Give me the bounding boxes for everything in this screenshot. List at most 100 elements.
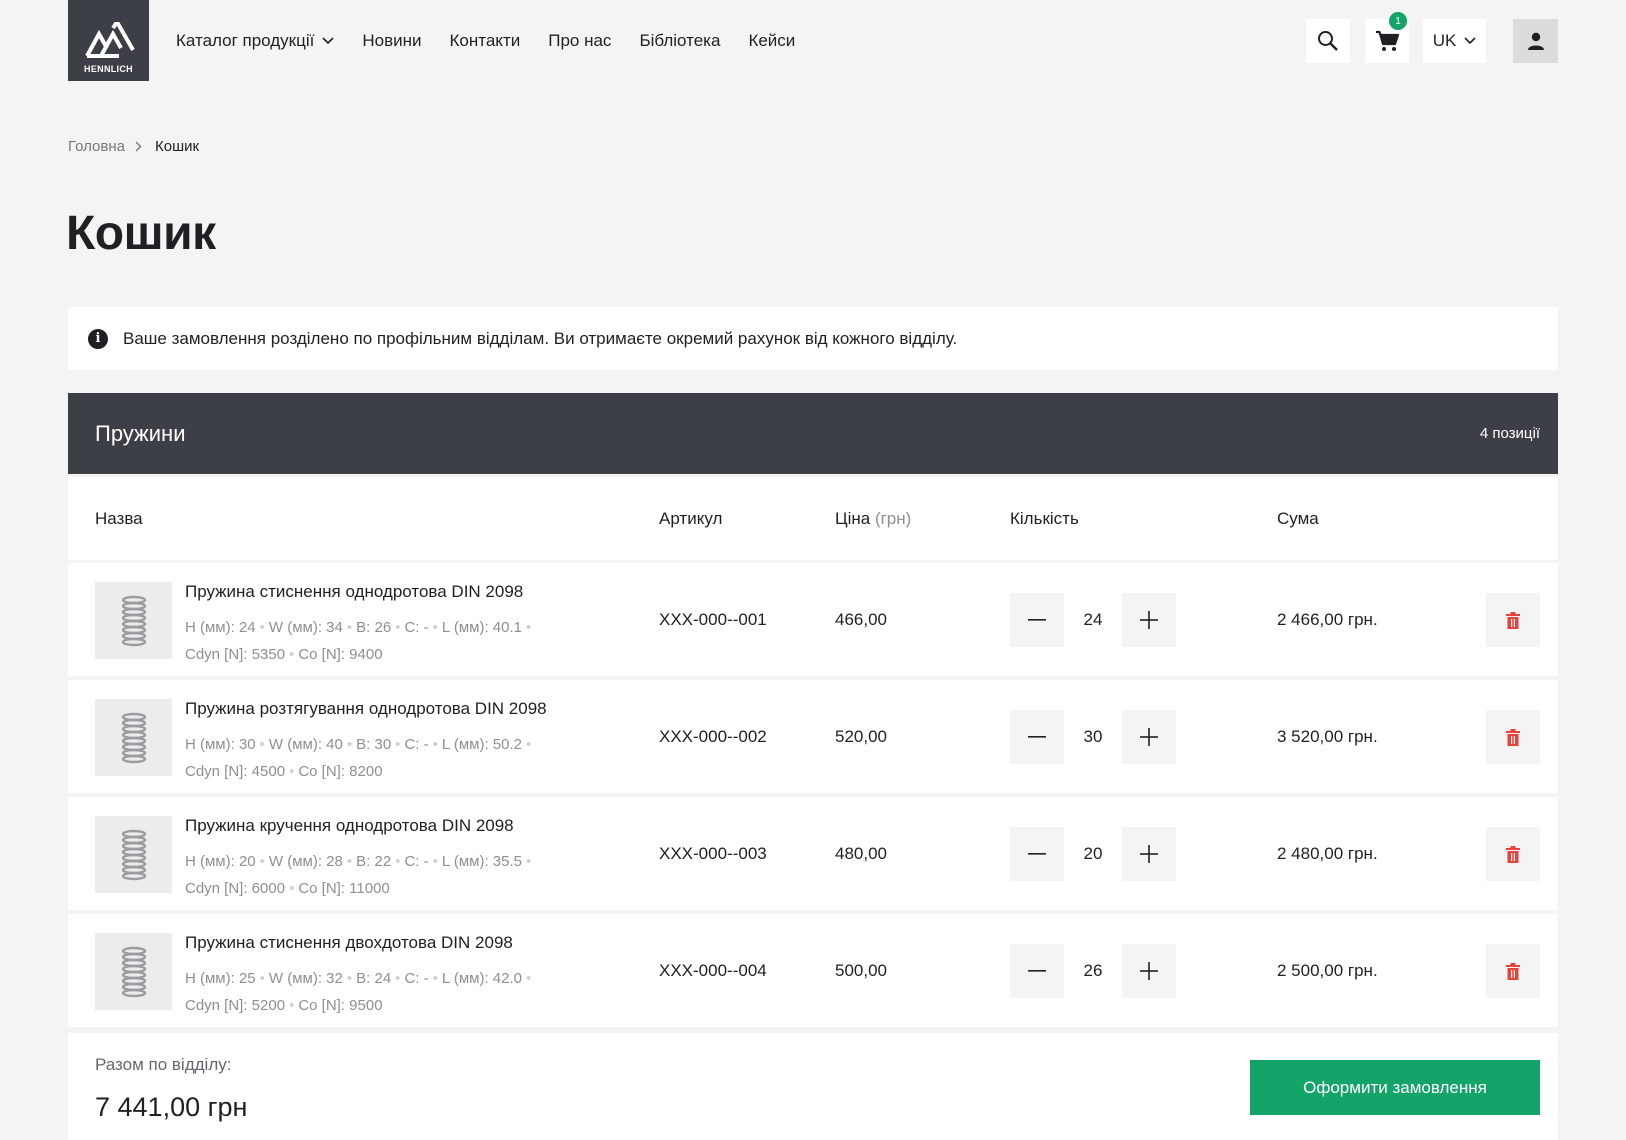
plus-icon (1140, 962, 1158, 980)
product-name[interactable]: Пружина розтягування однодротова DIN 209… (185, 699, 547, 719)
spring-image[interactable] (95, 582, 172, 659)
remove-item-button[interactable] (1486, 944, 1540, 998)
spec-separator: • (432, 970, 438, 987)
remove-item-button[interactable] (1486, 710, 1540, 764)
increase-quantity-button[interactable] (1122, 593, 1176, 647)
cart-button[interactable]: 1 (1365, 12, 1409, 63)
quantity-value[interactable]: 30 (1064, 727, 1122, 747)
increase-quantity-button[interactable] (1122, 944, 1176, 998)
nav-about[interactable]: Про нас (548, 31, 611, 51)
spec-h: H (мм): 25 (185, 970, 256, 987)
spec-l: L (мм): 50.2 (441, 736, 522, 753)
product-specs: H (мм): 30 • W (мм): 40 • B: 30 • C: - • L (мм):… (185, 731, 545, 785)
chevron-down-icon (1464, 37, 1476, 45)
product-sku: XXX-000--003 (659, 844, 767, 863)
product-price: 480,00 (835, 844, 887, 863)
quantity-value[interactable]: 26 (1064, 961, 1122, 981)
nav-library[interactable]: Бібліотека (639, 31, 720, 51)
spring-image[interactable] (95, 699, 172, 776)
nav-contacts[interactable]: Контакти (450, 31, 521, 51)
checkout-button[interactable]: Оформити замовлення (1250, 1060, 1540, 1115)
line-total: 2 466,00 грн. (1277, 610, 1378, 629)
spec-h: H (мм): 24 (185, 619, 256, 636)
spec-separator: • (259, 853, 265, 870)
product-name[interactable]: Пружина стиснення однодротова DIN 2098 (185, 582, 523, 602)
spec-cdyn: Cdyn [N]: 6000 (185, 880, 286, 897)
trash-icon (1506, 962, 1520, 980)
remove-item-button[interactable] (1486, 827, 1540, 881)
decrease-quantity-button[interactable] (1010, 710, 1064, 764)
product-sku: XXX-000--002 (659, 727, 767, 746)
spec-separator: • (289, 880, 295, 897)
quantity-value[interactable]: 20 (1064, 844, 1122, 864)
decrease-quantity-button[interactable] (1010, 593, 1064, 647)
spring-image[interactable] (95, 816, 172, 893)
spec-c: C: - (404, 853, 429, 870)
nav-cases[interactable]: Кейси (748, 31, 795, 51)
language-selector[interactable]: UK (1423, 19, 1486, 63)
product-specs: H (мм): 24 • W (мм): 34 • B: 26 • C: - • L (мм):… (185, 614, 545, 668)
decrease-quantity-button[interactable] (1010, 827, 1064, 881)
column-quantity: Кількість (1010, 509, 1079, 528)
department-title: Пружини (95, 420, 186, 446)
logo-mark-icon (84, 22, 135, 58)
spring-product-image (121, 946, 146, 997)
product-specs: H (мм): 25 • W (мм): 32 • B: 24 • C: - • L (мм):… (185, 965, 545, 1019)
cart-count-badge: 1 (1389, 12, 1407, 30)
column-price-unit: (грн) (874, 509, 912, 528)
department-item-count: 4 позиції (1479, 425, 1540, 442)
cart-item-row: Пружина кручення однодротова DIN 2098 H … (68, 797, 1558, 910)
spring-product-image (121, 595, 146, 646)
spec-separator: • (395, 736, 401, 753)
nav-news[interactable]: Новини (362, 31, 421, 51)
search-button[interactable] (1306, 19, 1350, 63)
product-name[interactable]: Пружина кручення однодротова DIN 2098 (185, 816, 514, 836)
spring-product-image (121, 829, 146, 880)
chevron-right-icon (135, 141, 142, 152)
trash-icon (1506, 845, 1520, 863)
quantity-value[interactable]: 24 (1064, 610, 1122, 630)
minus-icon (1028, 619, 1046, 621)
cart-item-row: Пружина стиснення однодротова DIN 2098 H… (68, 563, 1558, 676)
column-sku: Артикул (659, 509, 723, 528)
spec-co: Co [N]: 8200 (298, 763, 383, 780)
user-account-button[interactable] (1513, 19, 1558, 63)
breadcrumb-home[interactable]: Головна (68, 138, 125, 155)
spec-separator: • (289, 646, 295, 663)
info-icon: i (88, 328, 108, 349)
info-text: Ваше замовлення розділено по профільним … (123, 328, 958, 348)
page-title: Кошик (66, 207, 216, 260)
column-sum: Сума (1277, 509, 1319, 528)
trash-icon (1506, 728, 1520, 746)
spec-separator: • (432, 619, 438, 636)
spec-w: W (мм): 34 (268, 619, 343, 636)
spec-l: L (мм): 40.1 (441, 619, 522, 636)
nav-catalog[interactable]: Каталог продукції (176, 31, 334, 51)
spec-separator: • (432, 736, 438, 753)
product-name[interactable]: Пружина стиснення двохдотова DIN 2098 (185, 933, 513, 953)
breadcrumb-current: Кошик (155, 138, 200, 155)
increase-quantity-button[interactable] (1122, 710, 1176, 764)
cart-item-row: Пружина стиснення двохдотова DIN 2098 H … (68, 914, 1558, 1027)
spec-b: B: 30 (356, 736, 392, 753)
decrease-quantity-button[interactable] (1010, 944, 1064, 998)
spec-separator: • (525, 970, 532, 987)
breadcrumb: Головна Кошик (68, 138, 199, 155)
plus-icon (1140, 728, 1158, 746)
language-label: UK (1432, 31, 1457, 50)
cart-icon (1376, 30, 1399, 51)
spec-separator: • (525, 619, 532, 636)
line-total: 2 500,00 грн. (1277, 961, 1378, 980)
spec-co: Co [N]: 9500 (298, 997, 383, 1014)
spring-image[interactable] (95, 933, 172, 1010)
remove-item-button[interactable] (1486, 593, 1540, 647)
spec-c: C: - (404, 619, 429, 636)
trash-icon (1506, 611, 1520, 629)
spec-co: Co [N]: 11000 (298, 880, 390, 897)
hennlich-logo[interactable]: HENNLICH (68, 0, 149, 81)
plus-icon (1140, 611, 1158, 629)
table-header: Назва Артикул Ціна (грн) Кількість Сума (68, 477, 1558, 560)
increase-quantity-button[interactable] (1122, 827, 1176, 881)
spec-cdyn: Cdyn [N]: 5200 (185, 997, 286, 1014)
minus-icon (1028, 970, 1046, 972)
